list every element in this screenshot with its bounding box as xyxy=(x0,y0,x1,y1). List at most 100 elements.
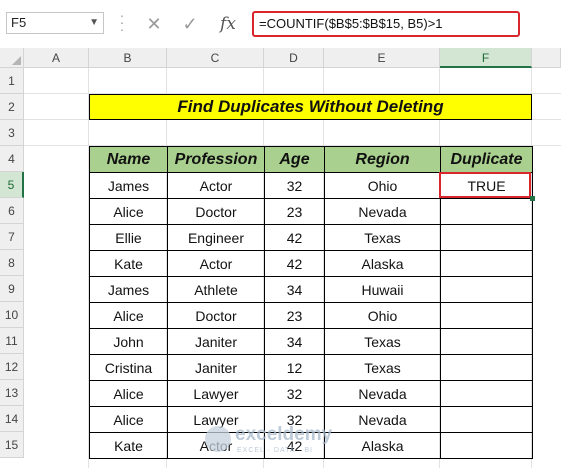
cell-profession[interactable]: Doctor xyxy=(167,302,265,329)
data-table: Name Profession Age Region Duplicate Jam… xyxy=(89,146,533,459)
table-row: Kate Actor 42 Alaska xyxy=(89,432,533,459)
cell-profession[interactable]: Athlete xyxy=(167,276,265,303)
cell-profession[interactable]: Lawyer xyxy=(167,380,265,407)
cell-profession[interactable]: Doctor xyxy=(167,198,265,225)
cell-duplicate[interactable] xyxy=(440,354,533,381)
header-name[interactable]: Name xyxy=(89,146,168,173)
cell-region[interactable]: Alaska xyxy=(324,250,441,277)
cell-age[interactable]: 42 xyxy=(264,250,325,277)
cell-region[interactable]: Nevada xyxy=(324,380,441,407)
cell-profession[interactable]: Lawyer xyxy=(167,406,265,433)
header-profession[interactable]: Profession xyxy=(167,146,265,173)
table-row: John Janiter 34 Texas xyxy=(89,328,533,355)
row-header-5[interactable]: 5 xyxy=(0,172,24,198)
column-header-c[interactable]: C xyxy=(167,48,264,68)
cell-profession[interactable]: Janiter xyxy=(167,328,265,355)
header-duplicate[interactable]: Duplicate xyxy=(440,146,533,173)
cell-profession[interactable]: Engineer xyxy=(167,224,265,251)
cell-age[interactable]: 32 xyxy=(264,172,325,199)
cell-age[interactable]: 34 xyxy=(264,276,325,303)
cell-region[interactable]: Huwaii xyxy=(324,276,441,303)
cell-duplicate[interactable] xyxy=(440,432,533,459)
cell-name[interactable]: James xyxy=(89,172,168,199)
cancel-icon[interactable]: ✕ xyxy=(142,14,166,34)
cell-name[interactable]: Alice xyxy=(89,302,168,329)
column-header-e[interactable]: E xyxy=(324,48,440,68)
select-all-button[interactable] xyxy=(0,48,24,68)
cell-duplicate[interactable] xyxy=(440,302,533,329)
column-header-a[interactable]: A xyxy=(24,48,89,68)
formula-bar-resize-handle[interactable]: · · · xyxy=(118,8,126,36)
cell-profession[interactable]: Actor xyxy=(167,432,265,459)
name-box[interactable]: F5 ▼ xyxy=(6,12,104,34)
cell-duplicate[interactable]: TRUE xyxy=(440,172,533,199)
formula-bar-buttons: ✕ ✓ fx xyxy=(138,10,250,38)
fill-handle[interactable] xyxy=(530,196,535,201)
row-header-14[interactable]: 14 xyxy=(0,406,24,432)
table-row: James Athlete 34 Huwaii xyxy=(89,276,533,303)
header-age[interactable]: Age xyxy=(264,146,325,173)
header-region[interactable]: Region xyxy=(324,146,441,173)
cell-region[interactable]: Ohio xyxy=(324,172,441,199)
sheet-title[interactable]: Find Duplicates Without Deleting xyxy=(89,94,532,120)
chevron-down-icon[interactable]: ▼ xyxy=(89,13,99,33)
cell-duplicate[interactable] xyxy=(440,224,533,251)
row-header-13[interactable]: 13 xyxy=(0,380,24,406)
cell-name[interactable]: John xyxy=(89,328,168,355)
cell-region[interactable]: Nevada xyxy=(324,406,441,433)
cell-age[interactable]: 32 xyxy=(264,406,325,433)
cell-age[interactable]: 42 xyxy=(264,432,325,459)
cell-region[interactable]: Texas xyxy=(324,328,441,355)
cell-profession[interactable]: Actor xyxy=(167,250,265,277)
row-header-11[interactable]: 11 xyxy=(0,328,24,354)
cell-age[interactable]: 42 xyxy=(264,224,325,251)
cell-profession[interactable]: Janiter xyxy=(167,354,265,381)
cell-region[interactable]: Ohio xyxy=(324,302,441,329)
row-header-10[interactable]: 10 xyxy=(0,302,24,328)
cell-region[interactable]: Texas xyxy=(324,354,441,381)
cell-duplicate[interactable] xyxy=(440,250,533,277)
cell-age[interactable]: 23 xyxy=(264,198,325,225)
cell-region[interactable]: Nevada xyxy=(324,198,441,225)
formula-input[interactable]: =COUNTIF($B$5:$B$15, B5)>1 xyxy=(252,11,520,37)
row-header-8[interactable]: 8 xyxy=(0,250,24,276)
cell-duplicate[interactable] xyxy=(440,380,533,407)
cell-age[interactable]: 23 xyxy=(264,302,325,329)
cell-age[interactable]: 32 xyxy=(264,380,325,407)
cell-name[interactable]: James xyxy=(89,276,168,303)
cell-duplicate[interactable] xyxy=(440,276,533,303)
column-header-g[interactable] xyxy=(532,48,561,68)
row-header-7[interactable]: 7 xyxy=(0,224,24,250)
cell-profession[interactable]: Actor xyxy=(167,172,265,199)
cell-duplicate[interactable] xyxy=(440,198,533,225)
row-header-15[interactable]: 15 xyxy=(0,432,24,458)
cell-name[interactable]: Alice xyxy=(89,406,168,433)
row-header-12[interactable]: 12 xyxy=(0,354,24,380)
row-header-3[interactable]: 3 xyxy=(0,120,24,146)
row-header-1[interactable]: 1 xyxy=(0,68,24,94)
cell-duplicate[interactable] xyxy=(440,406,533,433)
table-row: Alice Doctor 23 Nevada xyxy=(89,198,533,225)
table-row: Alice Lawyer 32 Nevada xyxy=(89,380,533,407)
column-header-f[interactable]: F xyxy=(440,48,532,68)
table-row: Alice Lawyer 32 Nevada xyxy=(89,406,533,433)
cell-region[interactable]: Texas xyxy=(324,224,441,251)
cell-name[interactable]: Alice xyxy=(89,198,168,225)
cell-region[interactable]: Alaska xyxy=(324,432,441,459)
enter-icon[interactable]: ✓ xyxy=(178,14,202,34)
cell-name[interactable]: Cristina xyxy=(89,354,168,381)
row-header-6[interactable]: 6 xyxy=(0,198,24,224)
cell-age[interactable]: 34 xyxy=(264,328,325,355)
column-header-b[interactable]: B xyxy=(89,48,167,68)
cell-duplicate[interactable] xyxy=(440,328,533,355)
row-header-2[interactable]: 2 xyxy=(0,94,24,120)
row-header-9[interactable]: 9 xyxy=(0,276,24,302)
cell-name[interactable]: Alice xyxy=(89,380,168,407)
cell-name[interactable]: Ellie xyxy=(89,224,168,251)
cell-age[interactable]: 12 xyxy=(264,354,325,381)
row-header-4[interactable]: 4 xyxy=(0,146,24,172)
insert-function-icon[interactable]: fx xyxy=(216,14,240,34)
column-header-d[interactable]: D xyxy=(264,48,324,68)
cell-name[interactable]: Kate xyxy=(89,250,168,277)
cell-name[interactable]: Kate xyxy=(89,432,168,459)
